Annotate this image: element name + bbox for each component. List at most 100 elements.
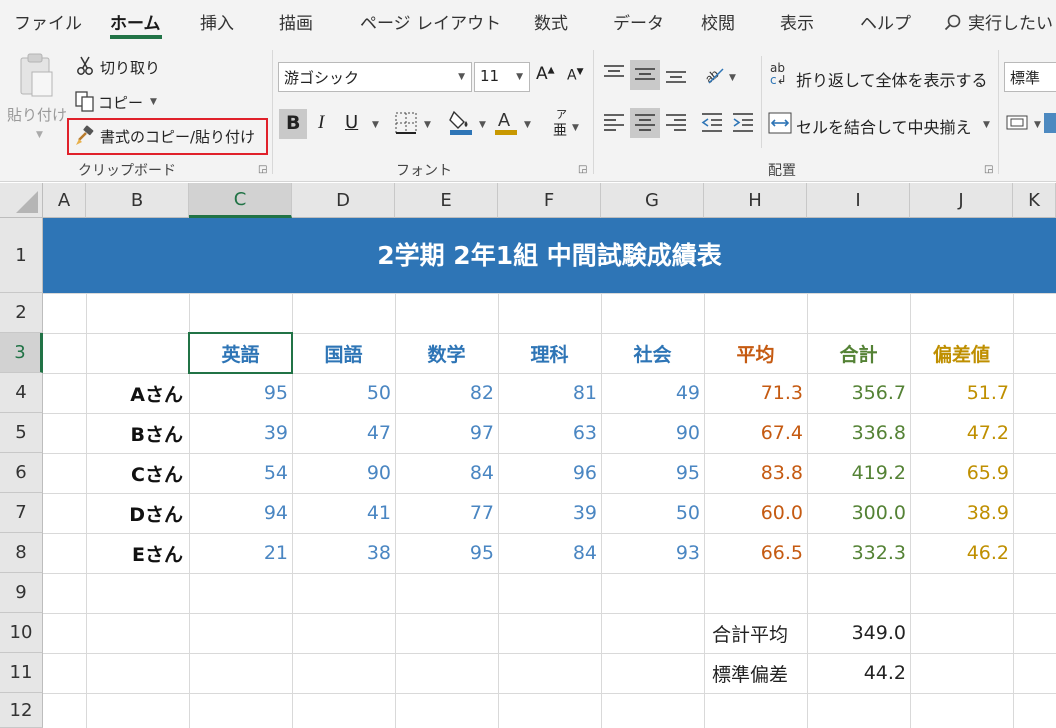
- underline-dropdown-icon[interactable]: ▼: [372, 120, 379, 130]
- fill-color-icon[interactable]: [448, 108, 474, 136]
- deviation-cell[interactable]: 47.2: [910, 413, 1013, 453]
- align-left-icon[interactable]: [602, 110, 626, 134]
- tab-insert[interactable]: 挿入: [200, 9, 234, 34]
- cut-button[interactable]: 切り取り: [100, 57, 160, 78]
- score-cell[interactable]: 50: [292, 373, 395, 413]
- header-cell[interactable]: 社会: [601, 333, 704, 373]
- header-cell[interactable]: 合計: [807, 333, 910, 373]
- average-cell[interactable]: 60.0: [704, 493, 807, 533]
- borders-icon[interactable]: [394, 111, 418, 135]
- summary-value[interactable]: 349.0: [807, 613, 910, 653]
- score-cell[interactable]: 50: [601, 493, 704, 533]
- grow-font-button[interactable]: A▲: [536, 64, 555, 84]
- score-cell[interactable]: 41: [292, 493, 395, 533]
- wrap-text-button[interactable]: 折り返して全体を表示する: [796, 67, 988, 91]
- increase-indent-icon[interactable]: [731, 110, 755, 134]
- average-cell[interactable]: 71.3: [704, 373, 807, 413]
- tab-home[interactable]: ホーム: [110, 9, 161, 34]
- total-cell[interactable]: 336.8: [807, 413, 910, 453]
- score-cell[interactable]: 49: [601, 373, 704, 413]
- tab-page-layout[interactable]: ページ レイアウト: [360, 9, 501, 34]
- score-cell[interactable]: 95: [601, 453, 704, 493]
- deviation-cell[interactable]: 51.7: [910, 373, 1013, 413]
- row-header[interactable]: 8: [0, 533, 43, 573]
- tab-help[interactable]: ヘルプ: [860, 9, 911, 34]
- font-color-dropdown-icon[interactable]: ▼: [524, 120, 531, 130]
- total-cell[interactable]: 300.0: [807, 493, 910, 533]
- paste-button[interactable]: 貼り付け: [7, 104, 67, 125]
- paste-dropdown-icon[interactable]: ▼: [36, 130, 43, 140]
- deviation-cell[interactable]: 46.2: [910, 533, 1013, 573]
- worksheet-grid[interactable]: ABCDEFGHIJK 1 2 3 4 5 6 7 8 9 10 11 12 2学期 2年1組 中間試…: [0, 183, 1056, 728]
- score-cell[interactable]: 94: [189, 493, 292, 533]
- header-cell[interactable]: 偏差値: [910, 333, 1013, 373]
- score-cell[interactable]: 63: [498, 413, 601, 453]
- row-header[interactable]: 2: [0, 293, 43, 333]
- score-cell[interactable]: 96: [498, 453, 601, 493]
- accounting-format-icon[interactable]: [1006, 112, 1032, 134]
- percent-icon[interactable]: [1044, 111, 1056, 135]
- student-name[interactable]: Dさん: [86, 493, 189, 533]
- merge-dropdown-icon[interactable]: ▼: [983, 120, 990, 130]
- align-center-icon[interactable]: [633, 110, 657, 134]
- student-name[interactable]: Eさん: [86, 533, 189, 573]
- deviation-cell[interactable]: 65.9: [910, 453, 1013, 493]
- score-cell[interactable]: 90: [601, 413, 704, 453]
- fill-color-dropdown-icon[interactable]: ▼: [479, 120, 486, 130]
- score-cell[interactable]: 84: [395, 453, 498, 493]
- column-header[interactable]: I: [807, 183, 910, 218]
- font-size-select[interactable]: 11 ▼: [474, 62, 530, 92]
- row-header[interactable]: 11: [0, 653, 43, 693]
- student-name[interactable]: Cさん: [86, 453, 189, 493]
- row-header[interactable]: 1: [0, 218, 43, 293]
- score-cell[interactable]: 39: [498, 493, 601, 533]
- summary-value[interactable]: 44.2: [807, 653, 910, 693]
- score-cell[interactable]: 77: [395, 493, 498, 533]
- column-header[interactable]: E: [395, 183, 498, 218]
- header-cell[interactable]: 平均: [704, 333, 807, 373]
- column-header[interactable]: C: [189, 183, 292, 218]
- clipboard-launcher-icon[interactable]: ◲: [258, 164, 267, 175]
- column-header[interactable]: G: [601, 183, 704, 218]
- font-name-select[interactable]: 游ゴシック ▼: [278, 62, 472, 92]
- column-header[interactable]: D: [292, 183, 395, 218]
- tab-draw[interactable]: 描画: [279, 9, 313, 34]
- decrease-indent-icon[interactable]: [700, 110, 724, 134]
- student-name[interactable]: Aさん: [86, 373, 189, 413]
- score-cell[interactable]: 93: [601, 533, 704, 573]
- total-cell[interactable]: 356.7: [807, 373, 910, 413]
- header-cell[interactable]: 国語: [292, 333, 395, 373]
- tab-review[interactable]: 校閲: [701, 9, 735, 34]
- column-header[interactable]: B: [86, 183, 189, 218]
- total-cell[interactable]: 419.2: [807, 453, 910, 493]
- column-header[interactable]: H: [704, 183, 807, 218]
- row-header[interactable]: 7: [0, 493, 43, 533]
- font-color-icon[interactable]: A: [493, 108, 519, 136]
- row-header[interactable]: 5: [0, 413, 43, 453]
- column-header[interactable]: A: [43, 183, 86, 218]
- font-launcher-icon[interactable]: ◲: [578, 164, 587, 175]
- title-band[interactable]: 2学期 2年1組 中間試験成績表: [43, 218, 1056, 293]
- italic-button[interactable]: I: [318, 112, 324, 134]
- phonetic-button[interactable]: 亜: [553, 120, 567, 140]
- score-cell[interactable]: 84: [498, 533, 601, 573]
- column-header[interactable]: K: [1013, 183, 1056, 218]
- header-cell[interactable]: 理科: [498, 333, 601, 373]
- tab-view[interactable]: 表示: [780, 9, 814, 34]
- borders-dropdown-icon[interactable]: ▼: [424, 120, 431, 130]
- select-all-corner[interactable]: [0, 183, 43, 218]
- copy-button[interactable]: コピー: [98, 92, 143, 113]
- accounting-dropdown-icon[interactable]: ▼: [1034, 120, 1041, 130]
- score-cell[interactable]: 81: [498, 373, 601, 413]
- tab-file[interactable]: ファイル: [14, 9, 82, 34]
- alignment-launcher-icon[interactable]: ◲: [984, 164, 993, 175]
- score-cell[interactable]: 90: [292, 453, 395, 493]
- row-header[interactable]: 3: [0, 333, 43, 373]
- row-header[interactable]: 10: [0, 613, 43, 653]
- score-cell[interactable]: 39: [189, 413, 292, 453]
- tab-formulas[interactable]: 数式: [534, 9, 568, 34]
- row-header[interactable]: 9: [0, 573, 43, 613]
- score-cell[interactable]: 38: [292, 533, 395, 573]
- orientation-icon[interactable]: ab: [701, 61, 727, 87]
- score-cell[interactable]: 95: [189, 373, 292, 413]
